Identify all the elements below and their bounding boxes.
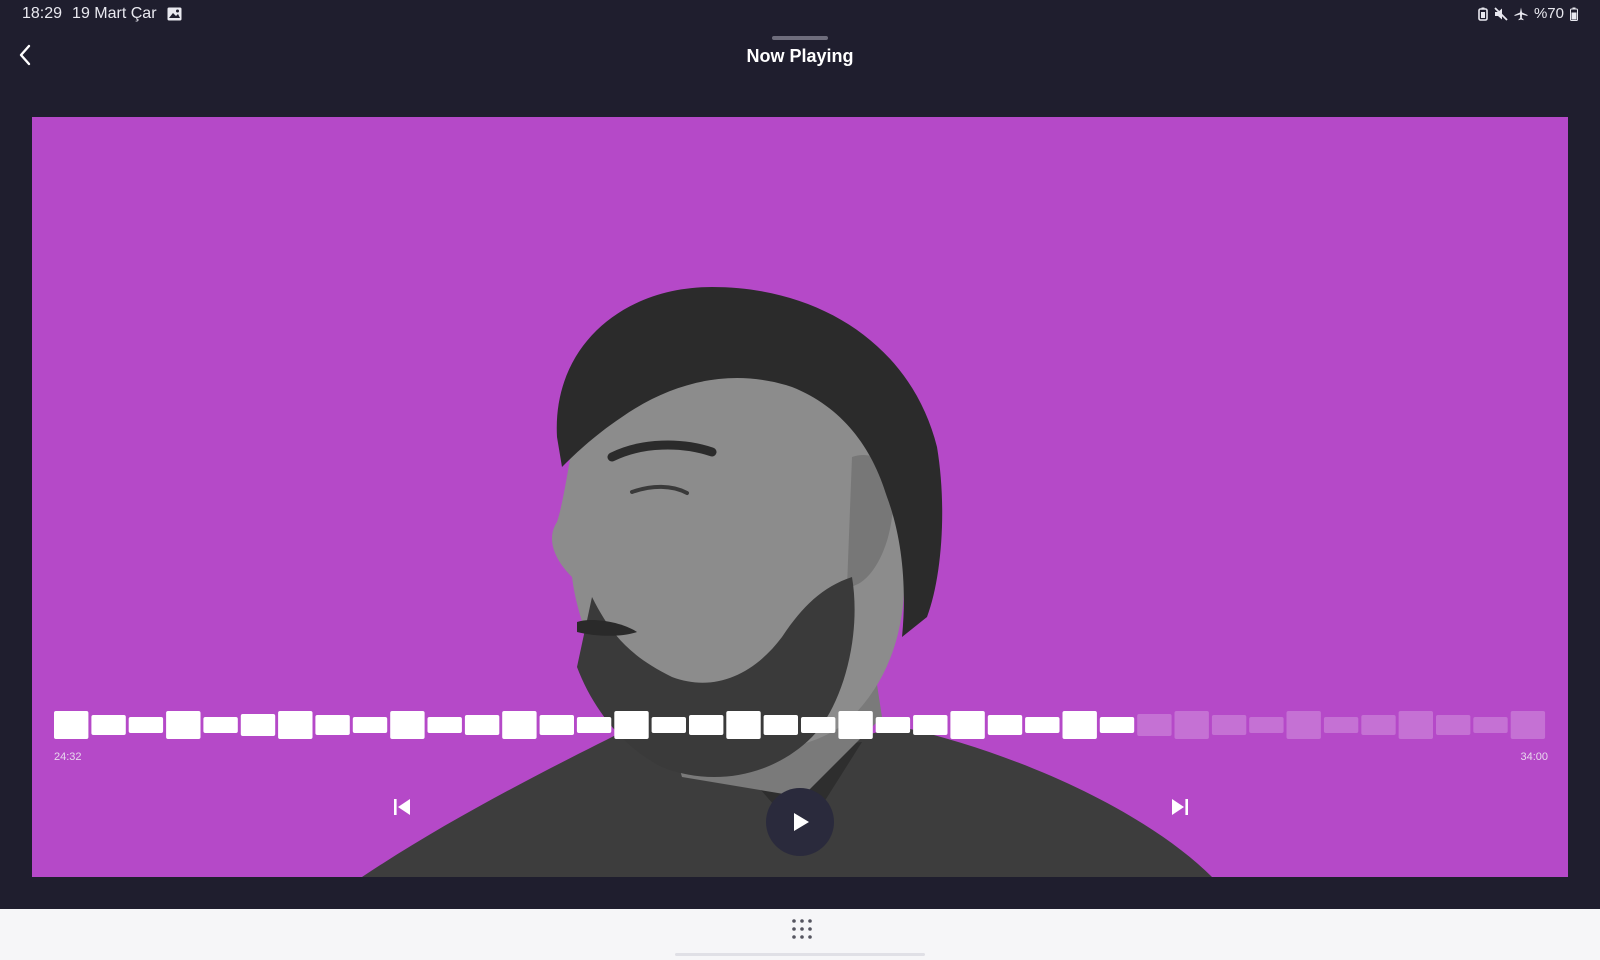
waveform-bar-played [502,711,537,739]
waveform-progress[interactable] [54,711,1548,739]
waveform-bar-played [464,715,500,735]
waveform-bar-played [875,717,911,733]
elapsed-time: 24:32 [54,751,82,763]
waveform-bar-remaining [1361,715,1396,735]
image-icon [167,7,182,21]
waveform-bar-remaining [1323,717,1359,733]
artist-portrait-image [362,287,1212,877]
waveform-bar-remaining [1249,717,1284,733]
waveform-bar-played [128,717,164,733]
waveform-bar-played [950,711,985,739]
waveform-bar-played [539,715,574,735]
waveform-bar-played [1025,717,1060,733]
waveform-bar-played [689,715,724,735]
battery-icon [1570,7,1578,21]
bottom-navigation-bar [0,909,1600,960]
waveform-bar-remaining [1286,711,1321,739]
waveform-bar-remaining [1436,715,1471,735]
waveform-bar-played [838,711,873,739]
waveform-bar-played [203,717,238,733]
waveform-bar-played [1099,717,1135,733]
waveform-bar-played [801,717,836,733]
waveform-bar-remaining [1174,711,1209,739]
total-time: 34:00 [1520,751,1548,763]
waveform-bar-played [913,715,948,735]
waveform-bar-played [54,711,89,739]
status-time: 18:29 [22,5,63,22]
sheet-drag-handle[interactable] [772,36,828,40]
waveform-bar-remaining [1137,714,1172,736]
skip-next-button[interactable] [1166,793,1194,821]
waveform-bar-remaining [1211,715,1247,735]
waveform-bar-played [987,715,1023,735]
mute-icon [1494,6,1508,21]
waveform-bar-played [278,711,313,739]
waveform-bar-played [315,715,350,735]
now-playing-artwork: 24:32 34:00 [32,117,1568,877]
waveform-bar-played [427,717,462,733]
waveform-bar-played [1062,711,1097,739]
waveform-bar-remaining [1510,711,1546,739]
waveform-bar-played [651,717,686,733]
waveform-bar-played [91,715,126,735]
battery-percentage: %70 [1533,5,1564,22]
waveform-bar-played [763,715,798,735]
battery-saver-icon [1478,7,1488,21]
play-icon [794,813,809,831]
waveform-bar-played [352,717,388,733]
status-left: 18:29 19 Mart Çar [22,5,182,23]
skip-previous-icon [394,799,410,815]
waveform-bar-played [614,711,649,739]
status-right: %70 [1478,5,1578,22]
waveform-bar-remaining [1473,717,1508,733]
waveform-bar-played [240,714,276,736]
status-date: 19 Mart Çar [72,5,157,22]
waveform-bar-played [390,711,425,739]
page-title: Now Playing [746,46,854,66]
waveform-bar-played [166,711,201,739]
apps-grid-icon [792,919,812,939]
waveform-bar-remaining [1398,711,1433,739]
waveform-bar-played [576,717,612,733]
home-indicator [675,953,925,956]
apps-button[interactable] [790,917,814,941]
airplane-mode-icon [1514,7,1528,21]
play-button[interactable] [766,788,834,856]
status-bar: 18:29 19 Mart Çar %70 [0,0,1600,26]
skip-previous-button[interactable] [388,793,416,821]
skip-next-icon [1172,799,1188,815]
waveform-bar-played [726,711,761,739]
